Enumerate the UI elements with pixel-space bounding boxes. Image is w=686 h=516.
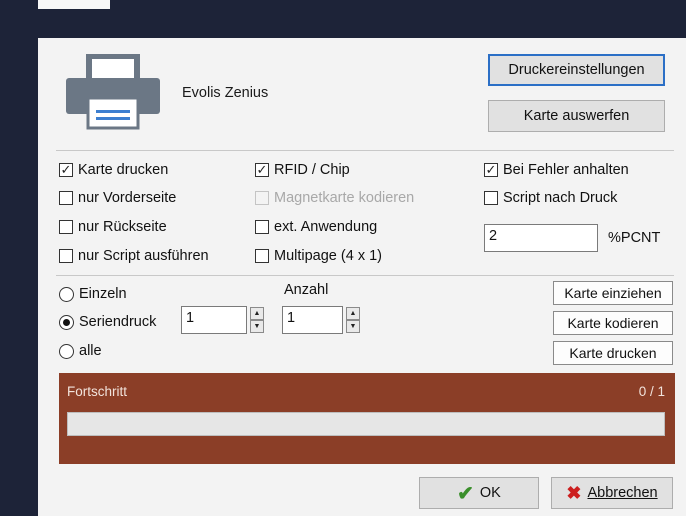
count-input[interactable]: 1 bbox=[282, 306, 343, 334]
checkbox-external-app[interactable]: ext. Anwendung bbox=[255, 219, 377, 235]
printer-name: Evolis Zenius bbox=[182, 85, 269, 101]
count-stepper[interactable]: ▲ ▼ bbox=[346, 307, 360, 333]
checkbox-rfid-chip[interactable]: ✓ RFID / Chip bbox=[255, 162, 350, 178]
divider bbox=[56, 150, 674, 151]
serial-start-stepper[interactable]: ▲ ▼ bbox=[250, 307, 264, 333]
printer-settings-button[interactable]: Druckereinstellungen bbox=[488, 54, 665, 86]
printer-icon bbox=[64, 52, 162, 130]
checkbox-print-card[interactable]: ✓ Karte drucken bbox=[59, 162, 168, 178]
checkbox-encode-magstripe: Magnetkarte kodieren bbox=[255, 190, 414, 206]
checkbox-script-only[interactable]: nur Script ausführen bbox=[59, 248, 209, 264]
progress-count: 0 / 1 bbox=[638, 384, 665, 399]
checkbox-front-only[interactable]: nur Vorderseite bbox=[59, 190, 176, 206]
chevron-down-icon[interactable]: ▼ bbox=[250, 320, 264, 333]
print-card-button[interactable]: Karte drucken bbox=[553, 341, 673, 365]
serial-start-input[interactable]: 1 bbox=[181, 306, 247, 334]
radio-serial-print[interactable]: Seriendruck bbox=[59, 314, 156, 330]
checkbox-back-only[interactable]: nur Rückseite bbox=[59, 219, 167, 235]
checkbox-script-after-print[interactable]: Script nach Druck bbox=[484, 190, 617, 206]
pcnt-label: %PCNT bbox=[608, 230, 661, 246]
window-frame-left bbox=[0, 0, 38, 516]
chevron-up-icon[interactable]: ▲ bbox=[250, 307, 264, 320]
checkbox-stop-on-error[interactable]: ✓ Bei Fehler anhalten bbox=[484, 162, 629, 178]
progress-panel: Fortschritt 0 / 1 bbox=[59, 373, 675, 464]
pcnt-input[interactable]: 2 bbox=[484, 224, 598, 252]
progress-bar bbox=[67, 412, 665, 436]
close-icon: ✖ bbox=[566, 482, 582, 503]
chevron-up-icon[interactable]: ▲ bbox=[346, 307, 360, 320]
radio-single[interactable]: Einzeln bbox=[59, 286, 127, 302]
divider bbox=[56, 275, 674, 276]
progress-label: Fortschritt bbox=[67, 384, 128, 399]
checkmark-icon: ✓ bbox=[255, 162, 269, 177]
cancel-button[interactable]: ✖ Abbrechen bbox=[551, 477, 673, 509]
count-label: Anzahl bbox=[284, 282, 329, 298]
eject-card-button[interactable]: Karte auswerfen bbox=[488, 100, 665, 132]
checkbox-multipage[interactable]: Multipage (4 x 1) bbox=[255, 248, 382, 264]
feed-card-button[interactable]: Karte einziehen bbox=[553, 281, 673, 305]
ok-button[interactable]: ✔ OK bbox=[419, 477, 539, 509]
chevron-down-icon[interactable]: ▼ bbox=[346, 320, 360, 333]
checkmark-icon: ✓ bbox=[59, 162, 73, 177]
encode-card-button[interactable]: Karte kodieren bbox=[553, 311, 673, 335]
checkmark-icon: ✓ bbox=[484, 162, 498, 177]
checkmark-icon: ✔ bbox=[457, 482, 474, 505]
radio-all[interactable]: alle bbox=[59, 343, 102, 359]
